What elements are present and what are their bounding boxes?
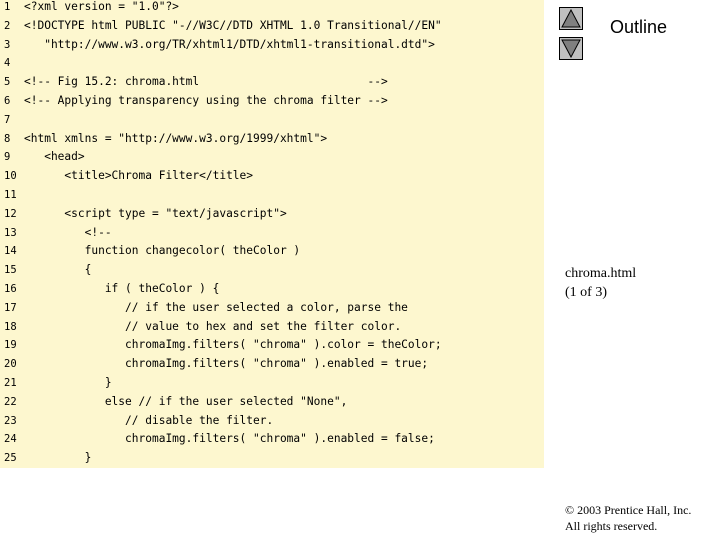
code-line: <?xml version = "1.0"?> [24,0,179,13]
line-number: 12 [4,207,17,220]
line-number: 10 [4,170,17,183]
code-line: <!-- Applying transparency using the chr… [24,94,388,107]
previous-slide-button[interactable] [559,7,583,30]
code-line: <html xmlns = "http://www.w3.org/1999/xh… [24,131,328,145]
line-number: 22 [4,395,17,408]
next-slide-button[interactable] [559,37,583,60]
rights-text: All rights reserved. [565,519,658,533]
copyright-text: © 2003 Prentice Hall, Inc. [565,503,692,517]
line-number: 9 [4,151,11,164]
triangle-up-icon [561,8,581,28]
copyright-notice: © 2003 Prentice Hall, Inc. All rights re… [565,502,691,534]
page-indicator: (1 of 3) [565,285,607,300]
line-number: 1 [4,1,11,13]
file-name: chroma.html [565,266,637,281]
line-number: 8 [4,132,11,145]
line-number: 16 [4,283,17,295]
code-line: chromaImg.filters( "chroma" ).enabled = … [24,432,435,446]
code-line: <title>Chroma Filter</title> [24,169,254,183]
code-line: chromaImg.filters( "chroma" ).color = th… [24,338,442,352]
line-number: 20 [4,358,17,371]
code-line: chromaImg.filters( "chroma" ).enabled = … [24,357,429,371]
line-number: 15 [4,264,17,277]
code-line: <script type = "text/javascript"> [24,206,287,220]
line-number: 21 [4,377,17,389]
code-line: else // if the user selected "None", [24,394,348,408]
line-number: 17 [4,301,17,314]
code-line: { [24,263,92,277]
file-label: chroma.html (1 of 3) [565,264,636,302]
line-number: 24 [4,433,17,446]
code-line: } [24,451,92,465]
code-line: "http://www.w3.org/TR/xhtml1/DTD/xhtml1-… [24,37,435,51]
line-number: 13 [4,226,17,239]
line-number: 18 [4,320,17,333]
line-number: 4 [4,57,11,70]
line-number: 14 [4,245,17,258]
line-number: 6 [4,95,11,107]
line-number: 19 [4,339,17,352]
code-line: } [24,376,112,389]
code-line: <head> [24,150,85,164]
code-line: function changecolor( theColor ) [24,244,301,258]
line-number: 25 [4,452,17,465]
outline-title: Outline [610,17,668,37]
line-number: 3 [4,38,11,51]
code-line: // disable the filter. [24,413,274,427]
triangle-down-icon [561,39,581,59]
line-number: 5 [4,76,11,89]
code-line: <!-- [24,225,112,239]
code-line: <!DOCTYPE html PUBLIC "-//W3C//DTD XHTML… [24,18,442,32]
code-line: if ( theColor ) { [24,282,220,295]
line-number: 7 [4,113,11,126]
line-number: 23 [4,414,17,427]
line-number: 11 [4,189,17,201]
code-listing-panel: 1 <?xml version = "1.0"?> 2 <!DOCTYPE html … [0,0,544,468]
line-number: 2 [4,19,11,32]
code-line: // value to hex and set the filter color… [24,319,402,333]
code-line: <!-- Fig 15.2: chroma.html --> [24,75,388,89]
code-line: // if the user selected a color, parse t… [24,300,408,314]
